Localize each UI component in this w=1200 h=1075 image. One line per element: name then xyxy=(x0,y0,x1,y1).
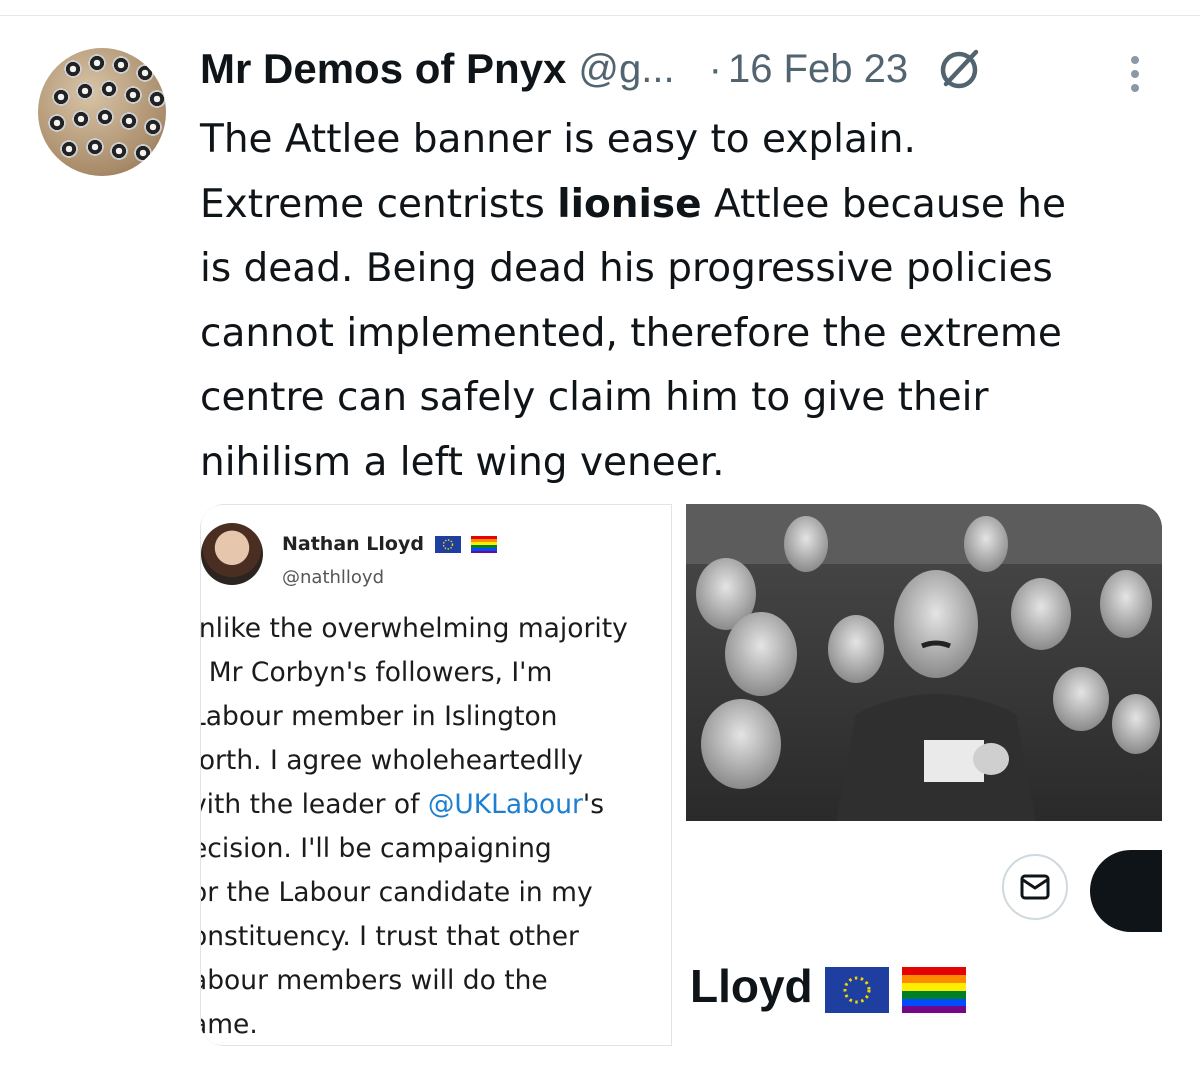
tweet-date[interactable]: 16 Feb 23 xyxy=(728,47,908,92)
tweet-header: Mr Demos of Pnyx @g... · 16 Feb 23 xyxy=(200,40,984,98)
tweet-text-line: nihilism a left wing veneer. xyxy=(200,439,725,485)
quoted-line: onstituency. I trust that other xyxy=(200,921,579,952)
quoted-avatar xyxy=(201,523,263,585)
more-vertical-icon[interactable] xyxy=(1120,50,1150,98)
follow-button[interactable] xyxy=(1090,850,1162,932)
attlee-crowd-photo xyxy=(686,504,1162,821)
quoted-line: ecision. I'll be campaigning xyxy=(200,833,552,864)
tweet-text: The Attlee banner is easy to explain. Ex… xyxy=(200,108,1180,495)
quoted-name: Nathan Lloyd xyxy=(282,533,498,555)
tweet-media[interactable]: Nathan Lloyd @nathlloyd Inlike the overw… xyxy=(200,504,1162,1046)
tweet-text-line: Extreme centrists lionise Attlee because… xyxy=(200,173,1180,238)
quoted-line: Iorth. I agree wholeheartedlly xyxy=(200,745,584,776)
rainbow-flag-icon xyxy=(902,966,967,1013)
quoted-mention-link: @UKLabour xyxy=(427,789,583,820)
quoted-line: ame. xyxy=(201,1009,258,1040)
quoted-line: abour members will do the xyxy=(200,965,548,996)
tweet-text-line: The Attlee banner is easy to explain. xyxy=(200,117,916,162)
grok-icon[interactable] xyxy=(934,44,984,94)
quoted-handle: @nathlloyd xyxy=(282,567,384,588)
eu-flag-icon xyxy=(825,966,890,1013)
tweet-text-bold: lionise xyxy=(557,181,702,227)
tweet-text-line: centre can safely claim him to give thei… xyxy=(200,375,989,420)
message-button[interactable] xyxy=(1002,854,1068,920)
author-avatar[interactable] xyxy=(38,48,166,176)
quoted-line: f Mr Corbyn's followers, I'm xyxy=(200,657,553,688)
quoted-line: Inlike the overwhelming majority xyxy=(200,613,628,644)
quoted-line: Labour member in Islington xyxy=(200,701,558,732)
quoted-line: or the Labour candidate in my xyxy=(200,877,593,908)
quoted-line: vith the leader of @UKLabour's xyxy=(200,789,604,820)
rainbow-flag-icon xyxy=(471,536,498,553)
quoted-text: Inlike the overwhelming majority f Mr Co… xyxy=(200,607,671,1045)
top-divider xyxy=(0,15,1200,16)
tweet-text-line: cannot implemented, therefore the extrem… xyxy=(200,310,1062,356)
tweet-text-segment: Attlee because he xyxy=(701,181,1066,227)
quoted-tweet-image[interactable]: Nathan Lloyd @nathlloyd Inlike the overw… xyxy=(200,504,672,1046)
author-handle[interactable]: @g... xyxy=(578,47,674,92)
profile-name: Lloyd xyxy=(690,959,967,1013)
author-display-name[interactable]: Mr Demos of Pnyx xyxy=(200,45,566,93)
tweet-text-segment: Extreme centrists xyxy=(200,181,558,227)
header-separator: · xyxy=(708,46,722,91)
tweet-text-line: is dead. Being dead his progressive poli… xyxy=(200,246,1053,291)
eu-flag-icon xyxy=(434,536,461,553)
profile-screenshot-image[interactable]: Lloyd xyxy=(686,504,1162,1046)
mail-icon xyxy=(1020,874,1050,900)
